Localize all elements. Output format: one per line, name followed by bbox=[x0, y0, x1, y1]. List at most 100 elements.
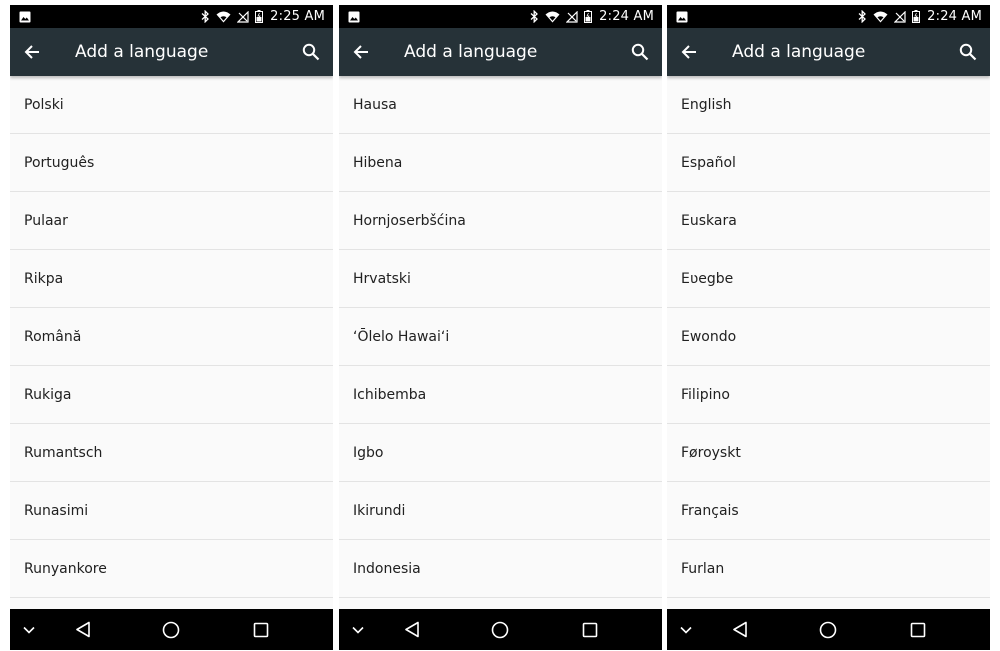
list-item[interactable]: Ewondo bbox=[667, 308, 990, 366]
language-name: Ewondo bbox=[681, 328, 737, 345]
battery-icon bbox=[255, 10, 264, 23]
search-button[interactable] bbox=[628, 40, 652, 64]
nav-home-button[interactable] bbox=[480, 609, 520, 650]
nav-home-button[interactable] bbox=[151, 609, 191, 650]
nav-back-button[interactable] bbox=[392, 609, 432, 650]
triangle-back-icon bbox=[733, 621, 747, 638]
phone-screen-2: 2:24 AM Add a language Hausa Hibena Horn… bbox=[339, 5, 662, 650]
list-item[interactable]: Hornjoserbšćina bbox=[339, 192, 662, 250]
list-item[interactable]: Pulaar bbox=[10, 192, 333, 250]
list-item[interactable]: Polski bbox=[10, 76, 333, 134]
back-button[interactable] bbox=[349, 40, 373, 64]
page-title: Add a language bbox=[75, 42, 209, 62]
list-item[interactable]: Hibena bbox=[339, 134, 662, 192]
language-name: Runasimi bbox=[24, 502, 89, 519]
language-name: Hornjoserbšćina bbox=[353, 212, 466, 229]
list-item[interactable]: Filipino bbox=[667, 366, 990, 424]
language-list[interactable]: Hausa Hibena Hornjoserbšćina Hrvatski ʻŌ… bbox=[339, 76, 662, 609]
arrow-back-icon bbox=[24, 45, 39, 59]
wifi-icon bbox=[545, 11, 560, 23]
nav-home-button[interactable] bbox=[808, 609, 848, 650]
list-item[interactable]: Rumantsch bbox=[10, 424, 333, 482]
search-button[interactable] bbox=[956, 40, 980, 64]
back-button[interactable] bbox=[677, 40, 701, 64]
no-sim-icon bbox=[237, 10, 249, 23]
language-name: Rukiga bbox=[24, 386, 72, 403]
list-item[interactable]: Indonesia bbox=[339, 540, 662, 598]
back-button[interactable] bbox=[20, 40, 44, 64]
collapse-button[interactable] bbox=[10, 609, 48, 650]
list-item[interactable]: English bbox=[667, 76, 990, 134]
square-recents-icon bbox=[253, 622, 269, 637]
bluetooth-icon bbox=[201, 10, 210, 23]
list-item[interactable]: Føroyskt bbox=[667, 424, 990, 482]
language-name: Ichibemba bbox=[353, 386, 427, 403]
list-item[interactable]: Runyankore bbox=[10, 540, 333, 598]
list-item[interactable]: Hausa bbox=[339, 76, 662, 134]
language-name: Hausa bbox=[353, 96, 397, 113]
language-name: Română bbox=[24, 328, 82, 345]
page-title: Add a language bbox=[732, 42, 866, 62]
arrow-back-icon bbox=[681, 45, 696, 59]
collapse-button[interactable] bbox=[667, 609, 705, 650]
search-icon bbox=[631, 43, 649, 61]
page-title: Add a language bbox=[404, 42, 538, 62]
language-name: Føroyskt bbox=[681, 444, 741, 461]
arrow-back-icon bbox=[353, 45, 368, 59]
language-name: Rikpa bbox=[24, 270, 64, 287]
list-item[interactable]: Igbo bbox=[339, 424, 662, 482]
list-item[interactable]: Euskara bbox=[667, 192, 990, 250]
list-item[interactable]: Português bbox=[10, 134, 333, 192]
language-name: Ikirundi bbox=[353, 502, 406, 519]
language-list[interactable]: English Español Euskara Eʋegbe Ewondo Fi… bbox=[667, 76, 990, 609]
list-item[interactable]: Français bbox=[667, 482, 990, 540]
status-bar: 2:25 AM bbox=[10, 5, 333, 28]
no-sim-icon bbox=[894, 10, 906, 23]
wifi-icon bbox=[216, 11, 231, 23]
list-item[interactable]: Ikirundi bbox=[339, 482, 662, 540]
language-list[interactable]: Polski Português Pulaar Rikpa Română Ruk… bbox=[10, 76, 333, 609]
image-notification-icon bbox=[19, 11, 31, 23]
list-item[interactable]: Runasimi bbox=[10, 482, 333, 540]
toolbar: Add a language bbox=[667, 28, 990, 76]
navigation-bar bbox=[10, 609, 333, 650]
language-name: ʻŌlelo Hawaiʻi bbox=[353, 328, 450, 345]
language-name: Hrvatski bbox=[353, 270, 411, 287]
language-name: Rumantsch bbox=[24, 444, 103, 461]
bluetooth-icon bbox=[858, 10, 867, 23]
list-item[interactable]: Română bbox=[10, 308, 333, 366]
image-notification-icon bbox=[348, 11, 360, 23]
language-name: Runyankore bbox=[24, 560, 107, 577]
navigation-bar bbox=[339, 609, 662, 650]
search-icon bbox=[302, 43, 320, 61]
navigation-bar bbox=[667, 609, 990, 650]
circle-home-icon bbox=[819, 621, 837, 638]
square-recents-icon bbox=[582, 622, 598, 637]
nav-back-button[interactable] bbox=[720, 609, 760, 650]
nav-back-button[interactable] bbox=[63, 609, 103, 650]
search-button[interactable] bbox=[299, 40, 323, 64]
status-bar: 2:24 AM bbox=[667, 5, 990, 28]
list-item[interactable]: Rukiga bbox=[10, 366, 333, 424]
list-item[interactable]: Eʋegbe bbox=[667, 250, 990, 308]
image-notification-icon bbox=[676, 11, 688, 23]
list-item[interactable]: Español bbox=[667, 134, 990, 192]
collapse-button[interactable] bbox=[339, 609, 377, 650]
list-item[interactable]: Hrvatski bbox=[339, 250, 662, 308]
status-bar: 2:24 AM bbox=[339, 5, 662, 28]
toolbar: Add a language bbox=[10, 28, 333, 76]
triangle-back-icon bbox=[405, 621, 419, 638]
list-item[interactable]: Furlan bbox=[667, 540, 990, 598]
list-item[interactable]: Rikpa bbox=[10, 250, 333, 308]
list-item[interactable]: Ichibemba bbox=[339, 366, 662, 424]
list-item[interactable]: ʻŌlelo Hawaiʻi bbox=[339, 308, 662, 366]
square-recents-icon bbox=[910, 622, 926, 637]
phone-screen-3: 2:24 AM Add a language English Español E… bbox=[667, 5, 990, 650]
nav-recents-button[interactable] bbox=[898, 609, 938, 650]
language-name: Igbo bbox=[353, 444, 384, 461]
language-name: Français bbox=[681, 502, 739, 519]
language-name: Indonesia bbox=[353, 560, 421, 577]
bluetooth-icon bbox=[530, 10, 539, 23]
nav-recents-button[interactable] bbox=[241, 609, 281, 650]
nav-recents-button[interactable] bbox=[570, 609, 610, 650]
